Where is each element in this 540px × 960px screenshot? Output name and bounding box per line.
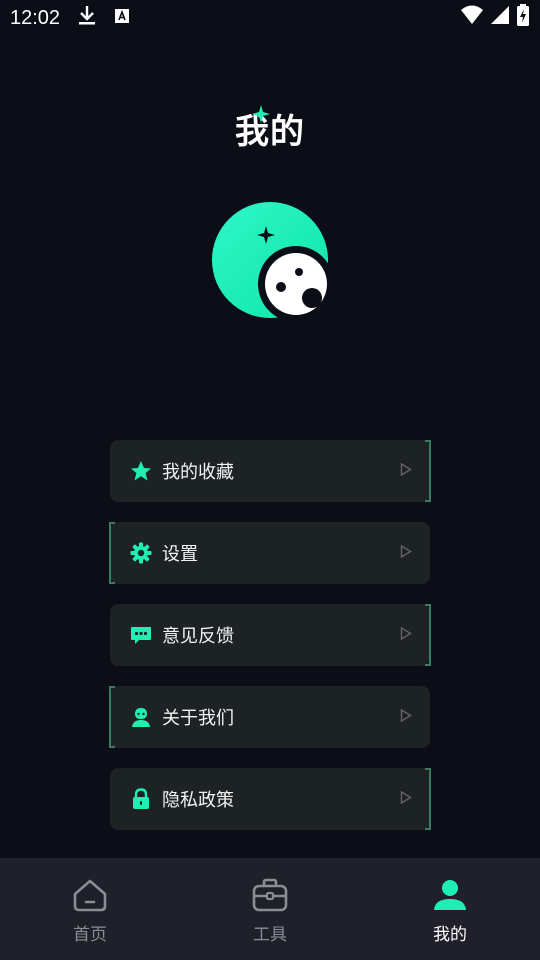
menu-item-label: 意见反馈 bbox=[162, 626, 234, 647]
status-bar: 12:02 bbox=[0, 0, 540, 36]
menu-item-label: 我的收藏 bbox=[162, 462, 234, 483]
decor-bracket bbox=[425, 440, 431, 502]
menu-item-favorites[interactable]: 我的收藏 bbox=[110, 440, 431, 502]
chat-icon bbox=[130, 624, 152, 646]
play-arrow-icon bbox=[400, 544, 412, 563]
star-icon bbox=[130, 460, 152, 482]
menu-list: 我的收藏 设置 意见反馈 关于我们 隐私政策 bbox=[109, 440, 431, 850]
tab-profile[interactable]: 我的 bbox=[360, 858, 540, 960]
user-icon bbox=[431, 878, 469, 916]
gear-icon bbox=[130, 542, 152, 564]
menu-item-label: 设置 bbox=[162, 544, 198, 565]
play-arrow-icon bbox=[400, 708, 412, 727]
tab-label: 首页 bbox=[73, 925, 107, 945]
avatar[interactable] bbox=[210, 200, 334, 324]
decor-bracket bbox=[425, 768, 431, 830]
play-arrow-icon bbox=[400, 790, 412, 809]
decor-bracket bbox=[425, 604, 431, 666]
decor-bracket bbox=[109, 686, 115, 748]
decor-bracket bbox=[109, 522, 115, 584]
lock-icon bbox=[130, 788, 152, 810]
signal-icon bbox=[490, 5, 510, 31]
menu-item-label: 隐私政策 bbox=[162, 790, 234, 811]
sparkle-icon bbox=[252, 105, 270, 127]
play-arrow-icon bbox=[400, 462, 412, 481]
tab-label: 我的 bbox=[433, 925, 467, 945]
menu-item-about[interactable]: 关于我们 bbox=[109, 686, 430, 748]
battery-icon bbox=[516, 4, 530, 32]
tab-home[interactable]: 首页 bbox=[0, 858, 180, 960]
download-icon bbox=[78, 5, 96, 31]
tab-tools[interactable]: 工具 bbox=[180, 858, 360, 960]
tab-label: 工具 bbox=[253, 925, 287, 945]
play-arrow-icon bbox=[400, 626, 412, 645]
status-time: 12:02 bbox=[10, 6, 61, 29]
menu-item-settings[interactable]: 设置 bbox=[109, 522, 430, 584]
menu-item-label: 关于我们 bbox=[162, 708, 234, 729]
menu-item-feedback[interactable]: 意见反馈 bbox=[110, 604, 431, 666]
home-icon bbox=[71, 878, 109, 916]
keyboard-a-icon bbox=[114, 7, 130, 30]
bottom-tab-bar: 首页 工具 我的 bbox=[0, 858, 540, 960]
wifi-icon bbox=[460, 5, 484, 31]
person-icon bbox=[130, 706, 152, 728]
menu-item-privacy[interactable]: 隐私政策 bbox=[110, 768, 431, 830]
page-title: 我的 bbox=[235, 112, 305, 152]
toolbox-icon bbox=[251, 878, 289, 916]
